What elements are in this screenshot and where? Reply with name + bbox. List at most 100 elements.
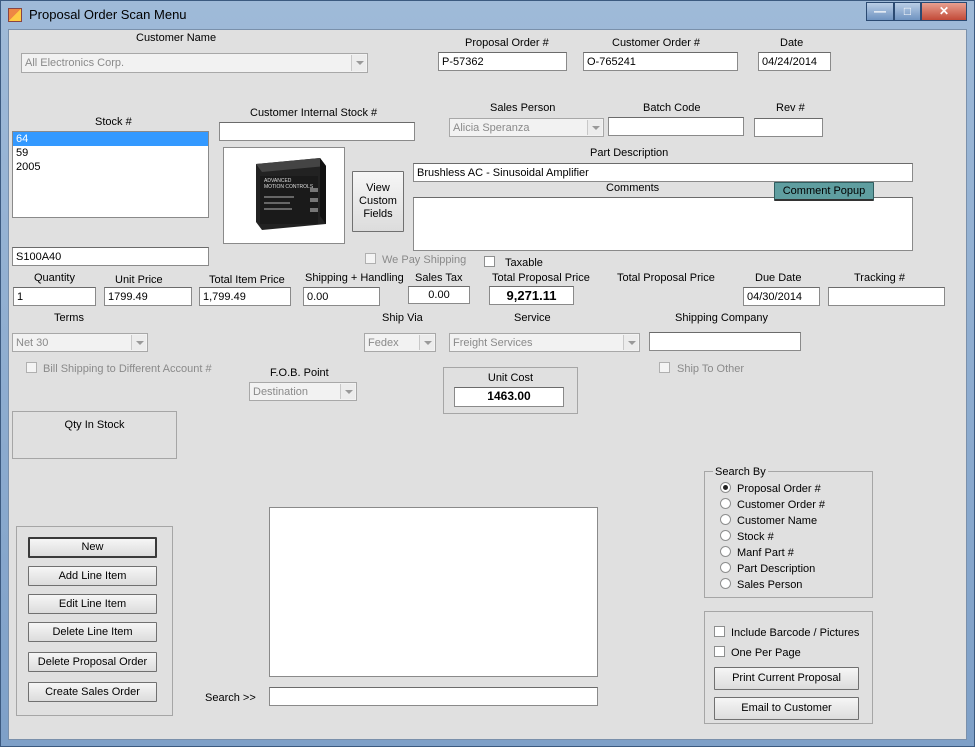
ship-via-label: Ship Via: [382, 312, 423, 324]
include-barcode-checkbox[interactable]: [714, 626, 725, 637]
unit-price-field[interactable]: 1799.49: [104, 287, 192, 306]
search-label: Search >>: [205, 692, 256, 704]
we-pay-shipping-checkbox[interactable]: [365, 253, 376, 264]
comment-popup-button[interactable]: Comment Popup: [774, 182, 874, 201]
search-by-option-label: Customer Order #: [737, 499, 826, 511]
fob-point-label: F.O.B. Point: [270, 367, 329, 379]
customer-name-combo[interactable]: All Electronics Corp.: [21, 53, 368, 73]
due-date-field[interactable]: 04/30/2014: [743, 287, 820, 306]
search-by-option-label: Customer Name: [737, 515, 818, 527]
print-current-proposal-button[interactable]: Print Current Proposal: [714, 667, 859, 690]
search-by-radio[interactable]: [720, 578, 731, 589]
one-per-page-label: One Per Page: [731, 647, 801, 659]
tracking-field[interactable]: [828, 287, 945, 306]
unit-cost-field: 1463.00: [454, 387, 564, 407]
unit-price-label: Unit Price: [115, 274, 163, 286]
terms-combo[interactable]: Net 30: [12, 333, 148, 352]
ship-to-other-label: Ship To Other: [677, 363, 745, 375]
new-button[interactable]: New: [28, 537, 157, 558]
minimize-icon: —: [874, 4, 886, 18]
search-by-radio[interactable]: [720, 546, 731, 557]
unit-cost-group: Unit Cost 1463.00: [443, 367, 578, 414]
search-by-radio[interactable]: [720, 562, 731, 573]
bill-shipping-checkbox[interactable]: [26, 362, 37, 373]
taxable-label: Taxable: [505, 257, 543, 269]
edit-line-item-button[interactable]: Edit Line Item: [28, 594, 157, 614]
sales-person-label: Sales Person: [490, 102, 556, 114]
terms-value: Net 30: [16, 337, 49, 349]
client-area: Customer Name All Electronics Corp. Prop…: [8, 29, 967, 740]
window: Proposal Order Scan Menu — □ ✕ Customer …: [0, 0, 975, 747]
one-per-page-checkbox[interactable]: [714, 646, 725, 657]
results-listbox[interactable]: [269, 507, 598, 677]
customer-internal-stock-field[interactable]: [219, 122, 415, 141]
stock-list-item[interactable]: 59: [13, 146, 208, 160]
close-icon: ✕: [938, 4, 950, 18]
minimize-button[interactable]: —: [866, 2, 894, 21]
title-bar[interactable]: Proposal Order Scan Menu — □ ✕: [1, 1, 974, 29]
customer-order-label: Customer Order #: [612, 37, 701, 49]
amplifier-picture-icon: [256, 158, 326, 230]
customer-internal-stock-label: Customer Internal Stock #: [250, 107, 378, 119]
search-by-group: Search By Proposal Order # Customer Order…: [704, 466, 873, 598]
batch-code-field[interactable]: [608, 117, 744, 136]
total-item-price-field[interactable]: 1,799.49: [199, 287, 291, 306]
sales-tax-field[interactable]: 0.00: [408, 286, 470, 304]
search-by-option-label: Part Description: [737, 563, 816, 575]
chevron-down-icon: [340, 384, 355, 399]
search-by-option-label: Sales Person: [737, 579, 803, 591]
sales-person-value: Alicia Speranza: [453, 122, 530, 134]
due-date-label: Due Date: [755, 272, 802, 284]
search-by-radio[interactable]: [720, 514, 731, 525]
search-by-title: Search By: [713, 466, 768, 478]
quantity-field[interactable]: 1: [13, 287, 96, 306]
unit-cost-label: Unit Cost: [487, 372, 534, 384]
search-by-radio[interactable]: [720, 530, 731, 541]
action-buttons-group: New Add Line Item Edit Line Item Delete …: [16, 526, 173, 716]
search-by-radio[interactable]: [720, 498, 731, 509]
rev-label: Rev #: [776, 102, 805, 114]
service-value: Freight Services: [453, 337, 533, 349]
service-label: Service: [514, 312, 551, 324]
product-image: ADVANCED MOTION CONTROLS: [223, 147, 345, 244]
customer-order-field[interactable]: O-765241: [583, 52, 738, 71]
view-custom-fields-button[interactable]: View Custom Fields: [352, 171, 404, 232]
stock-list-item[interactable]: 64: [13, 132, 208, 146]
rev-field[interactable]: [754, 118, 823, 137]
include-barcode-label: Include Barcode / Pictures: [731, 627, 860, 639]
date-field[interactable]: 04/24/2014: [758, 52, 831, 71]
fob-point-value: Destination: [253, 386, 309, 398]
part-description-field[interactable]: Brushless AC - Sinusoidal Amplifier: [413, 163, 913, 182]
stock-label: Stock #: [95, 116, 132, 128]
total-proposal-price-label-2: Total Proposal Price: [617, 272, 715, 284]
sales-person-combo[interactable]: Alicia Speranza: [449, 118, 604, 137]
shipping-company-field[interactable]: [649, 332, 801, 351]
shipping-handling-field[interactable]: 0.00: [303, 287, 380, 306]
create-sales-order-button[interactable]: Create Sales Order: [28, 682, 157, 702]
search-field[interactable]: [269, 687, 598, 706]
search-by-radio[interactable]: [720, 482, 731, 493]
chevron-down-icon: [587, 120, 602, 135]
comments-label: Comments: [606, 182, 660, 194]
delete-proposal-order-button[interactable]: Delete Proposal Order: [28, 652, 157, 672]
total-proposal-price-label: Total Proposal Price: [492, 272, 590, 284]
ship-via-combo[interactable]: Fedex: [364, 333, 436, 352]
taxable-checkbox[interactable]: [484, 256, 495, 267]
stock-listbox[interactable]: 64 59 2005: [12, 131, 209, 218]
delete-line-item-button[interactable]: Delete Line Item: [28, 622, 157, 642]
close-button[interactable]: ✕: [921, 2, 967, 21]
service-combo[interactable]: Freight Services: [449, 333, 640, 352]
stock-entry-field[interactable]: S100A40: [12, 247, 209, 266]
fob-point-combo[interactable]: Destination: [249, 382, 357, 401]
proposal-order-field[interactable]: P-57362: [438, 52, 567, 71]
comments-field[interactable]: [413, 197, 913, 251]
maximize-button[interactable]: □: [894, 2, 921, 21]
add-line-item-button[interactable]: Add Line Item: [28, 566, 157, 586]
email-to-customer-button[interactable]: Email to Customer: [714, 697, 859, 720]
stock-list-item[interactable]: 2005: [13, 160, 208, 174]
chevron-down-icon: [351, 55, 366, 71]
product-brand: ADVANCED MOTION CONTROLS: [264, 178, 314, 190]
total-proposal-price-field: 9,271.11: [489, 286, 574, 305]
total-item-price-label: Total Item Price: [209, 274, 285, 286]
ship-to-other-checkbox[interactable]: [659, 362, 670, 373]
